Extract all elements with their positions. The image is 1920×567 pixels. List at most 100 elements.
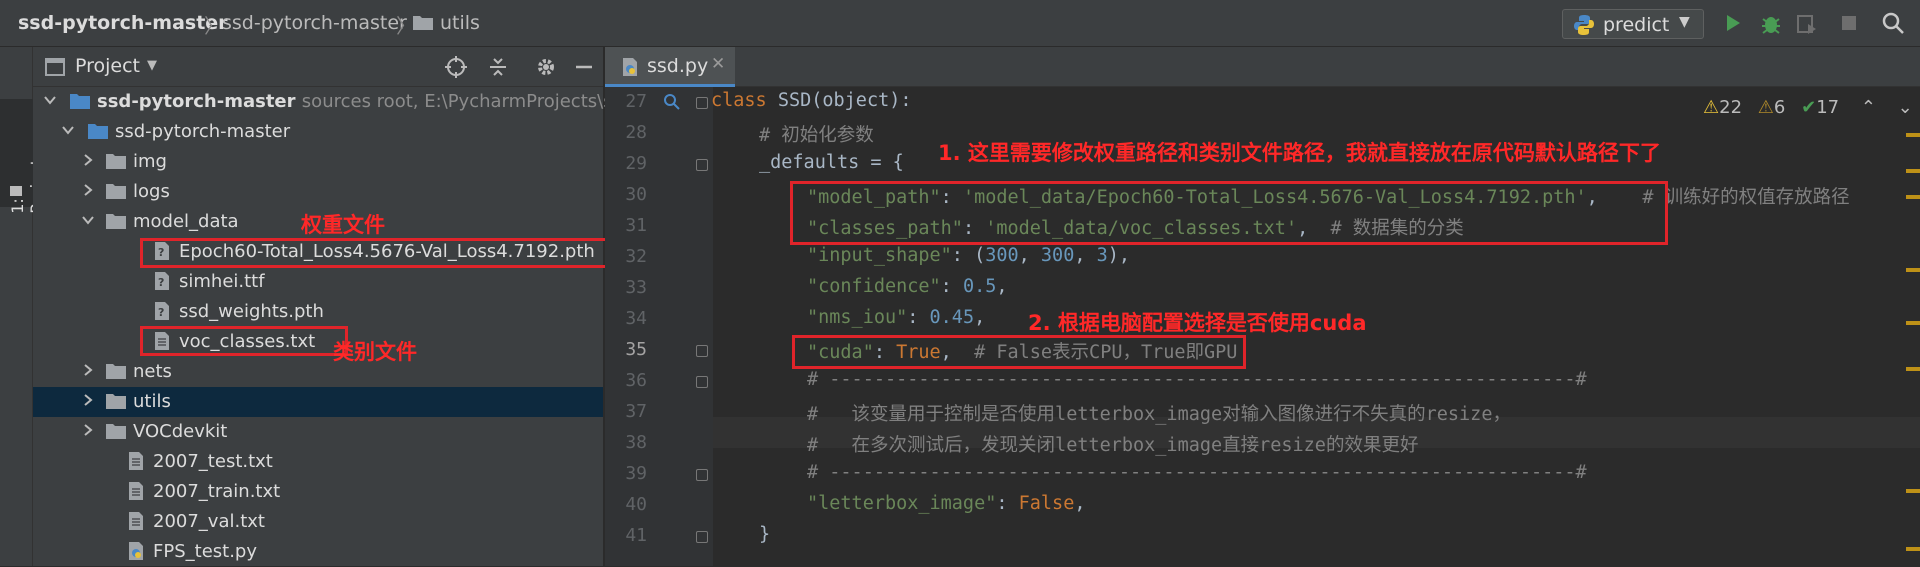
- line-number: 34: [625, 308, 647, 329]
- typo-count: 17: [1816, 97, 1840, 118]
- line-number: 35: [625, 339, 647, 360]
- tree-row-root[interactable]: ssd-pytorch-master sources root, E:\Pych…: [33, 87, 633, 117]
- search-icon[interactable]: [1878, 8, 1908, 38]
- fold-icon[interactable]: [696, 469, 708, 481]
- tree-row-folder[interactable]: img: [33, 147, 603, 177]
- scrollbar-mark[interactable]: [1906, 195, 1920, 199]
- tree-row-file[interactable]: ? ssd_weights.pth: [33, 297, 603, 327]
- chevron-up-icon[interactable]: ⌃: [1861, 97, 1876, 118]
- code-line-33[interactable]: "confidence": 0.5,: [807, 276, 1008, 297]
- line-number: 32: [625, 246, 647, 267]
- scrollbar-mark[interactable]: [1906, 169, 1920, 173]
- chevron-down-icon: [44, 96, 56, 105]
- tree-row-folder-selected[interactable]: utils: [33, 387, 603, 417]
- scrollbar-mark[interactable]: [1906, 133, 1920, 137]
- tree-row-folder[interactable]: ssd-pytorch-master: [33, 117, 603, 147]
- code-editor: ssd.py ✕ 27 28 29 30 31 32 33 34 35 36 3…: [605, 47, 1920, 566]
- folder-icon: [106, 364, 126, 379]
- highlight-cuda: [792, 335, 1246, 369]
- fold-icon[interactable]: [696, 531, 708, 543]
- line-number: 36: [625, 370, 647, 391]
- scrollbar-mark[interactable]: [1906, 489, 1920, 493]
- tree-row-file[interactable]: 2007_train.txt: [33, 477, 603, 507]
- line-number: 40: [625, 494, 647, 515]
- code-line-28[interactable]: # 初始化参数: [759, 121, 874, 147]
- tree-row-file[interactable]: ? simhei.ttf: [33, 267, 603, 297]
- code-line-29[interactable]: _defaults = {: [759, 152, 904, 173]
- folder-icon: [106, 424, 126, 439]
- gear-icon[interactable]: [533, 54, 559, 80]
- tree-label: utils: [133, 391, 171, 412]
- stop-icon[interactable]: [1834, 8, 1864, 38]
- chevron-down-icon[interactable]: ⌄: [1898, 97, 1913, 118]
- warning-icon: ⚠: [1703, 97, 1720, 118]
- tree-row-folder[interactable]: VOCdevkit: [33, 417, 603, 447]
- code-line-41[interactable]: }: [759, 524, 770, 545]
- close-icon[interactable]: ✕: [711, 54, 725, 74]
- breadcrumb-project[interactable]: ssd-pytorch-master: [18, 12, 228, 34]
- code-line-38[interactable]: # 在多次测试后，发现关闭letterbox_image直接resize的效果更…: [807, 431, 1418, 457]
- python-file-icon: [623, 58, 637, 76]
- tree-label: VOCdevkit: [133, 421, 228, 442]
- line-number: 30: [625, 184, 647, 205]
- breadcrumb-utils[interactable]: utils: [440, 12, 480, 34]
- scrollbar-mark[interactable]: [1906, 367, 1920, 371]
- line-number: 29: [625, 153, 647, 174]
- scrollbar-mark[interactable]: [1906, 268, 1920, 272]
- code-line-34[interactable]: "nms_iou": 0.45,: [807, 307, 985, 328]
- project-panel-title[interactable]: Project: [75, 55, 140, 77]
- tree-row-file[interactable]: 2007_test.txt: [33, 447, 603, 477]
- project-panel-header: Project ▼: [33, 47, 603, 87]
- highlight-classes-file: [140, 326, 348, 356]
- text-file-icon: [129, 452, 143, 470]
- svg-text:?: ?: [158, 276, 164, 289]
- project-view-icon: [45, 58, 65, 76]
- scrollbar-mark[interactable]: [1906, 321, 1920, 325]
- inspections-widget[interactable]: ⚠22 ⚠6 ✔17 ⌃ ⌄: [1703, 97, 1913, 118]
- code-line-37[interactable]: # 该变量用于控制是否使用letterbox_image对输入图像进行不失真的r…: [807, 400, 1511, 426]
- chevron-right-icon: [84, 184, 93, 196]
- fold-icon[interactable]: [696, 376, 708, 388]
- run-configuration-select[interactable]: predict ▼: [1562, 9, 1704, 39]
- code-line-40[interactable]: "letterbox_image": False,: [807, 493, 1085, 514]
- code-line-27[interactable]: class SSD(object):: [711, 90, 912, 111]
- breadcrumb-folder[interactable]: ssd-pytorch-master: [222, 12, 407, 34]
- breadcrumb-separator: 〉: [204, 14, 224, 38]
- tree-label: 2007_val.txt: [153, 511, 265, 532]
- annotation-note-2: 2. 根据电脑配置选择是否使用cuda: [1028, 311, 1367, 335]
- project-tool-tab[interactable]: 1: Project: [0, 99, 46, 214]
- locate-file-icon[interactable]: [443, 54, 469, 80]
- code-line-36[interactable]: # --------------------------------------…: [807, 369, 1587, 390]
- code-line-39[interactable]: # --------------------------------------…: [807, 462, 1587, 483]
- chevron-down-icon: [62, 126, 74, 135]
- unknown-file-icon: ?: [155, 302, 169, 320]
- tool-window-stripe: 1: Project: [0, 47, 46, 566]
- line-number: 37: [625, 401, 647, 422]
- editor-tabs: ssd.py ✕: [605, 47, 1920, 87]
- tree-row-folder[interactable]: logs: [33, 177, 603, 207]
- code-line-32[interactable]: "input_shape": (300, 300, 3),: [807, 245, 1130, 266]
- fold-icon[interactable]: [696, 345, 708, 357]
- scrollbar-mark[interactable]: [1906, 547, 1920, 551]
- folder-icon: [10, 186, 22, 196]
- svg-text:?: ?: [158, 306, 164, 319]
- collapse-all-icon[interactable]: [485, 54, 511, 80]
- fold-icon[interactable]: [696, 159, 708, 171]
- fold-icon[interactable]: [696, 97, 708, 109]
- tab-ssd-py[interactable]: ssd.py ✕: [605, 47, 735, 87]
- tree-row-file[interactable]: 2007_val.txt: [33, 507, 603, 537]
- tree-label: ssd-pytorch-master sources root, E:\Pych…: [97, 91, 634, 112]
- override-marker-icon[interactable]: [663, 93, 681, 111]
- minimize-icon[interactable]: [571, 54, 597, 80]
- tree-row-file[interactable]: FPS_test.py: [33, 537, 603, 567]
- tree-label: img: [133, 151, 167, 172]
- unknown-file-icon: ?: [155, 272, 169, 290]
- tree-row-folder[interactable]: nets: [33, 357, 603, 387]
- run-icon[interactable]: [1718, 8, 1748, 38]
- source-folder-icon: [88, 124, 108, 139]
- chevron-down-icon[interactable]: ▼: [147, 58, 157, 73]
- chevron-right-icon: [84, 424, 93, 436]
- debug-icon[interactable]: [1756, 8, 1786, 38]
- chevron-right-icon: [84, 364, 93, 376]
- coverage-icon[interactable]: [1792, 8, 1822, 38]
